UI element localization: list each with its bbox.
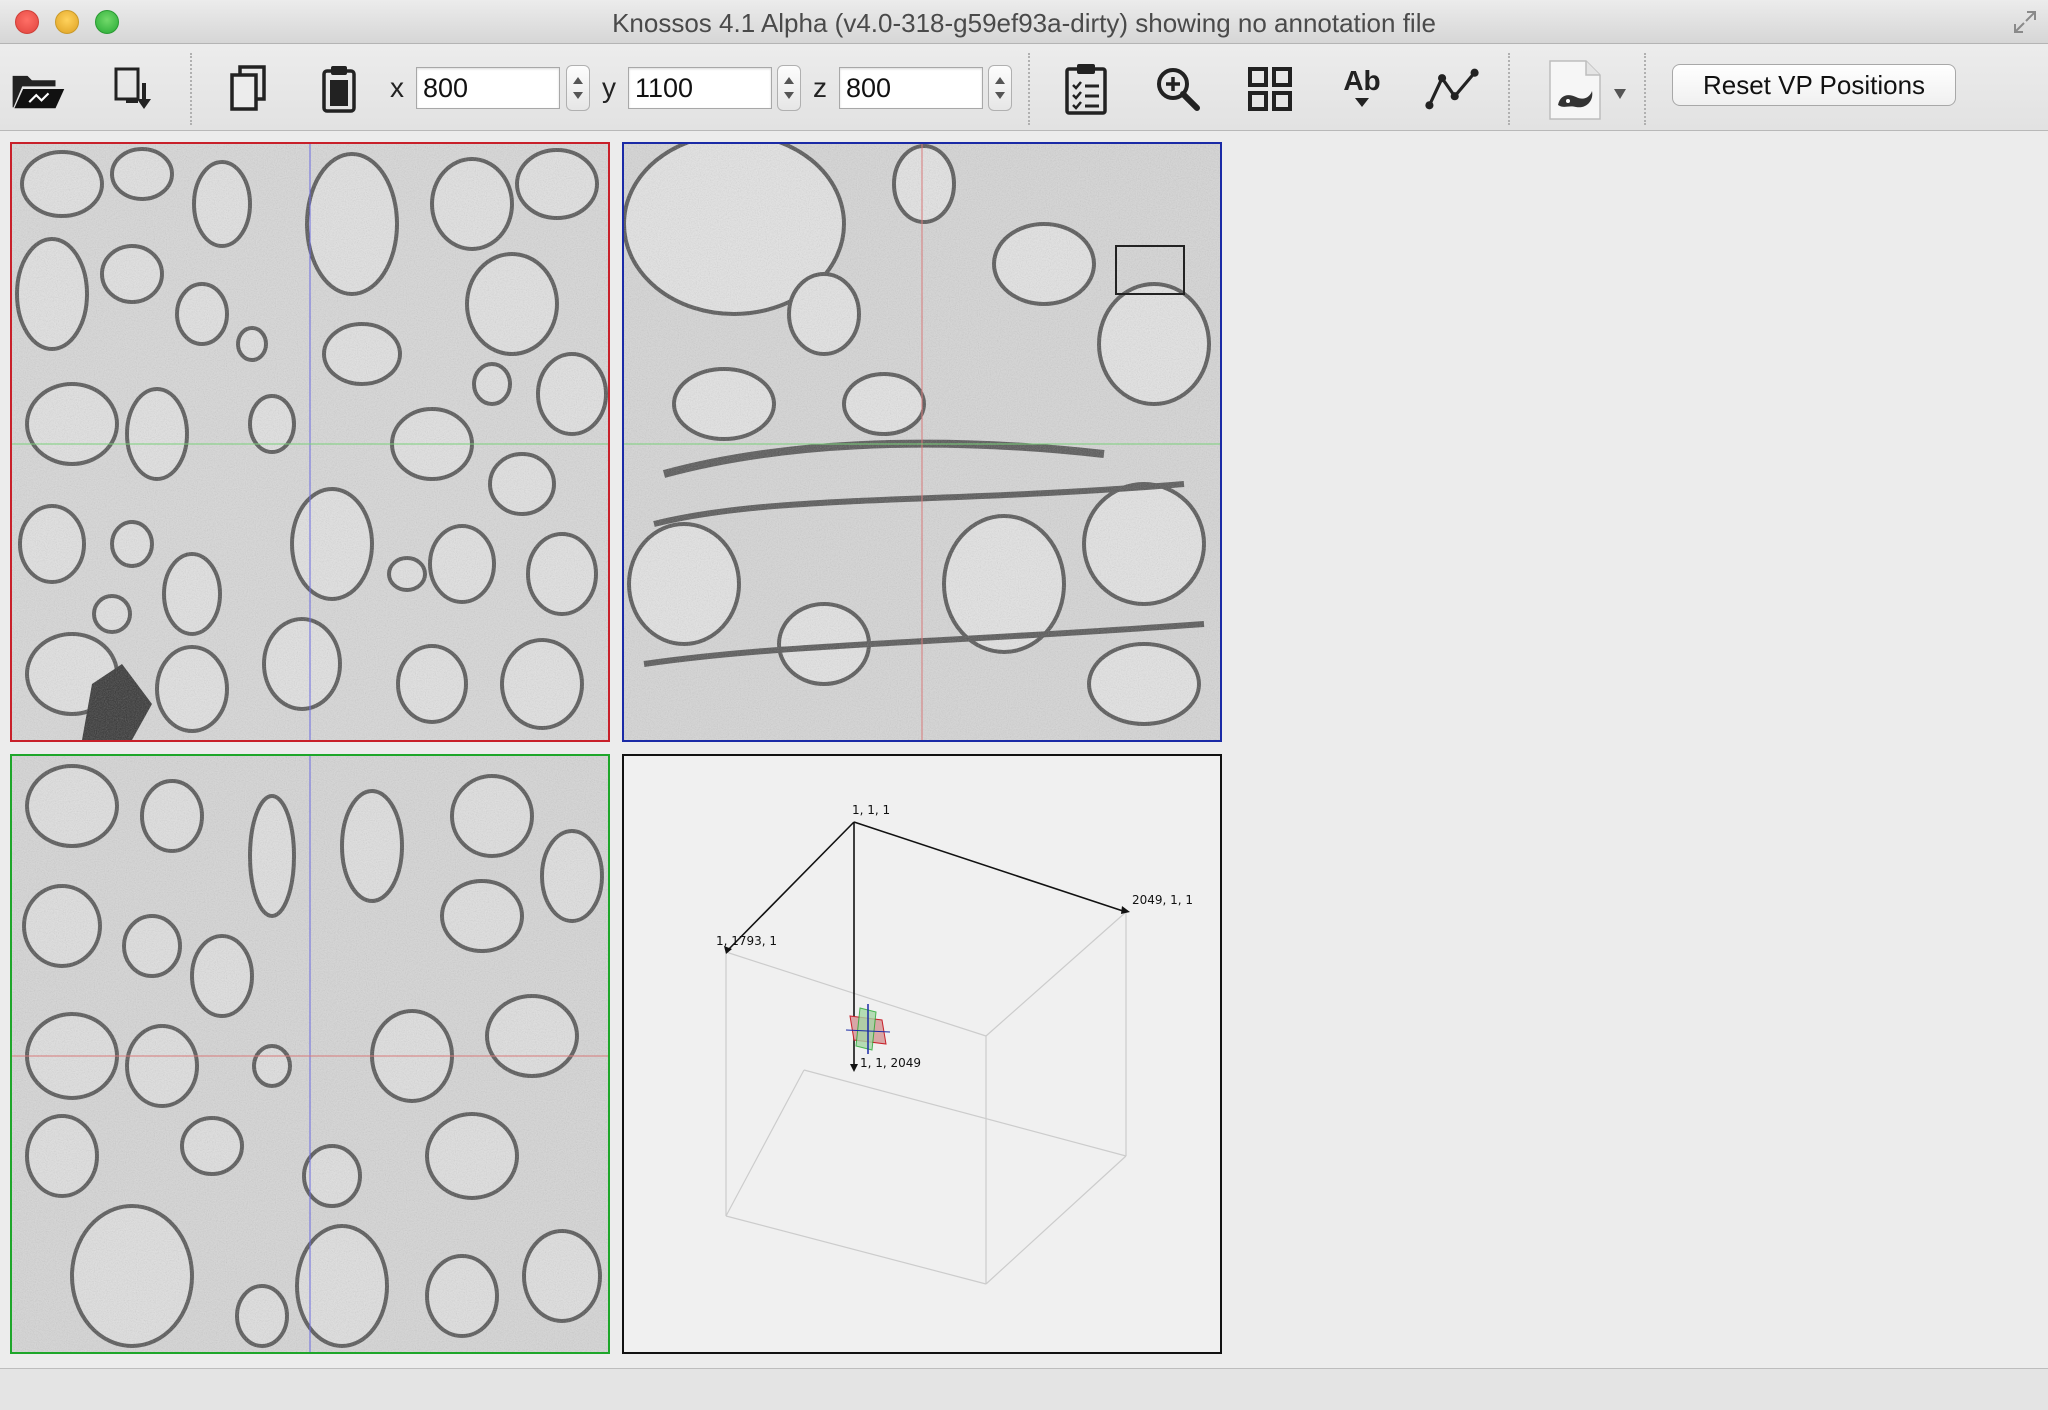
open-folder-icon — [12, 75, 65, 109]
toolbar-separator — [1028, 53, 1030, 125]
viewport-zy[interactable] — [10, 754, 610, 1354]
skeleton-tools-button[interactable] — [1424, 61, 1480, 117]
zoom-button[interactable] — [1150, 61, 1206, 117]
y-coordinate-stepper[interactable] — [777, 65, 801, 111]
corner-label-x: 2049, 1, 1 — [1132, 893, 1193, 907]
toolbar-separator — [1644, 53, 1646, 125]
y-coordinate-label: y — [602, 72, 616, 103]
viewport-settings-button[interactable] — [1242, 61, 1298, 117]
toolbar-separator — [1508, 53, 1510, 125]
paste-icon — [322, 66, 356, 113]
z-coordinate-stepper[interactable] — [988, 65, 1012, 111]
copy-coordinates-button[interactable] — [220, 61, 276, 117]
viewport-xy[interactable] — [10, 142, 610, 742]
status-bar — [0, 1368, 2048, 1410]
paste-coordinates-button[interactable] — [312, 61, 368, 117]
save-file-button[interactable] — [108, 61, 164, 117]
text-mode-label: Ab — [1343, 65, 1380, 96]
em-image-xy — [12, 144, 608, 740]
corner-label-origin: 1, 1, 1 — [852, 803, 890, 817]
text-mode-icon: Ab — [1343, 65, 1381, 107]
open-file-button[interactable] — [10, 61, 66, 117]
zoom-in-icon — [1157, 68, 1200, 111]
main-toolbar: x 800 y 1100 z 800 Ab Reset VP Positions — [0, 45, 2048, 131]
python-plugin-menu[interactable] — [1546, 60, 1630, 120]
toolbar-separator — [190, 53, 192, 125]
task-management-button[interactable] — [1058, 61, 1114, 117]
clipboard-checklist-icon — [1065, 64, 1107, 115]
reset-vp-positions-button[interactable]: Reset VP Positions — [1672, 64, 1956, 106]
em-image-zy — [12, 756, 608, 1352]
z-coordinate-label: z — [813, 72, 827, 103]
y-coordinate-input[interactable]: 1100 — [628, 67, 772, 109]
title-bar: Knossos 4.1 Alpha (v4.0-318-g59ef93a-dir… — [0, 0, 2048, 44]
corner-label-z: 1, 1, 2049 — [860, 1056, 921, 1070]
x-coordinate-label: x — [390, 72, 404, 103]
skeleton-path-icon — [1425, 68, 1479, 110]
viewport-xz[interactable] — [622, 142, 1222, 742]
python-script-icon — [1549, 60, 1626, 120]
dataset-bounding-cube: 1, 1, 1 2049, 1, 1 1, 1793, 1 1, 1, 2049 — [716, 803, 1193, 1285]
corner-label-y: 1, 1793, 1 — [716, 934, 777, 948]
current-position-marker — [845, 1004, 891, 1054]
viewport-3d-skeleton[interactable]: 1, 1, 1 2049, 1, 1 1, 1793, 1 1, 1, 2049 — [622, 754, 1222, 1354]
x-coordinate-input[interactable]: 800 — [416, 67, 560, 109]
window-title: Knossos 4.1 Alpha (v4.0-318-g59ef93a-dir… — [612, 8, 1436, 38]
z-coordinate-input[interactable]: 800 — [839, 67, 983, 109]
x-coordinate-stepper[interactable] — [566, 65, 590, 111]
text-mode-button[interactable]: Ab — [1334, 61, 1390, 117]
grid-layout-icon — [1248, 67, 1292, 111]
copy-icon — [230, 65, 266, 111]
fullscreen-icon[interactable] — [2012, 9, 2038, 35]
save-icon — [114, 67, 151, 109]
em-image-xz — [624, 144, 1220, 740]
